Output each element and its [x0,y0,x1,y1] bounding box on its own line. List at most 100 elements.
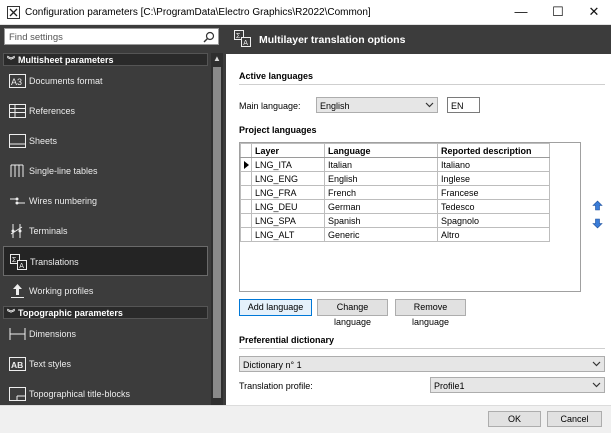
project-languages-grid[interactable]: Layer Language Reported description LNG_… [239,142,581,292]
svg-text:AB: AB [11,360,23,370]
move-down-icon[interactable] [592,218,603,229]
cell-language[interactable]: German [324,199,438,214]
app-icon [7,6,20,19]
table-header-row: Layer Language Reported description [240,143,550,158]
dictionary-select[interactable]: Dictionary n° 1 [239,356,605,372]
close-button[interactable]: ✕ [576,0,611,25]
sidebar-item-label: Documents format [29,76,103,86]
sidebar-item-wires-numbering[interactable]: Wires numbering [3,186,208,216]
scroll-up-icon[interactable]: ▲ [211,53,223,65]
cell-language[interactable]: Generic [324,227,438,242]
svg-text:Σ: Σ [12,257,17,264]
svg-text:A3: A3 [11,77,22,87]
cell-layer[interactable]: LNG_FRA [251,185,325,200]
row-indicator [240,157,252,172]
search-input[interactable]: Find settings [4,28,219,45]
section-divider [239,348,605,349]
cell-language[interactable]: Spanish [324,213,438,228]
working-profiles-icon [11,284,24,298]
group-multisheet-parameters[interactable]: ︾ Multisheet parameters [3,53,208,66]
cell-description[interactable]: Italiano [437,157,550,172]
language-code-value: EN [451,101,464,111]
group-label: Multisheet parameters [18,55,114,65]
minimize-button[interactable]: — [503,0,539,25]
cell-description[interactable]: Altro [437,227,550,242]
chevron-down-icon [425,102,434,108]
column-header-layer[interactable]: Layer [251,143,325,158]
cell-description[interactable]: Inglese [437,171,550,186]
cell-description[interactable]: Tedesco [437,199,550,214]
table-row[interactable]: LNG_FRA French Francese [240,185,550,200]
project-languages-title: Project languages [239,125,317,135]
sidebar-item-sheets[interactable]: Sheets [3,126,208,156]
maximize-button[interactable]: ☐ [540,0,576,25]
cell-layer[interactable]: LNG_ALT [251,227,325,242]
column-header-language[interactable]: Language [324,143,438,158]
cell-description[interactable]: Francese [437,185,550,200]
add-language-button[interactable]: Add language [239,299,312,316]
sidebar-item-label: Sheets [29,136,58,146]
search-placeholder: Find settings [9,32,63,43]
language-code-field[interactable]: EN [447,97,480,113]
sidebar-item-text-styles[interactable]: AB Text styles [3,349,208,379]
cell-layer[interactable]: LNG_SPA [251,213,325,228]
section-divider [239,84,605,85]
cell-layer[interactable]: LNG_ENG [251,171,325,186]
sidebar-item-terminals[interactable]: Terminals [3,216,208,246]
translations-icon: ΣA [10,254,27,270]
scrollbar-thumb[interactable] [213,67,221,398]
sidebar-item-references[interactable]: References [3,96,208,126]
sidebar-scrollbar[interactable]: ▲ ▼ [211,53,223,429]
page-header: ΣA Multilayer translation options [226,25,611,54]
dialog-footer: OK Cancel [0,405,611,433]
text-styles-icon: AB [9,357,26,371]
table-row[interactable]: LNG_ITA Italian Italiano [240,157,550,172]
cell-language[interactable]: French [324,185,438,200]
remove-language-button[interactable]: Remove language [395,299,466,327]
references-icon [9,104,26,118]
main-language-select[interactable]: English [316,97,438,113]
preferential-dictionary-title: Preferential dictionary [239,335,335,345]
sidebar-item-label: Dimensions [29,329,77,339]
wires-numbering-icon [10,197,25,205]
sidebar-item-single-line-tables[interactable]: Single-line tables [3,156,208,186]
sidebar-item-label: References [29,106,76,116]
main-language-label: Main language: [239,101,301,111]
cell-language[interactable]: English [324,171,438,186]
change-language-button[interactable]: Change language [317,299,388,327]
svg-text:A: A [243,40,248,47]
sidebar-item-label: Topographical title-blocks [29,389,131,399]
cancel-button[interactable]: Cancel [547,411,602,427]
sidebar-item-topographical-title-blocks[interactable]: Topographical title-blocks [3,379,208,401]
dimensions-icon [9,328,26,340]
sidebar-item-working-profiles[interactable]: Working profiles [3,276,208,306]
group-topographic-parameters[interactable]: ︾ Topographic parameters [3,306,208,319]
sidebar-item-dimensions[interactable]: Dimensions [3,319,208,349]
sidebar-item-translations[interactable]: ΣA Translations [3,246,208,276]
cell-layer[interactable]: LNG_DEU [251,199,325,214]
ok-button[interactable]: OK [488,411,541,427]
sidebar: Find settings ︾ Multisheet parameters A3… [0,25,226,429]
sidebar-item-documents-format[interactable]: A3 Documents format [3,66,208,96]
cell-layer[interactable]: LNG_ITA [251,157,325,172]
move-up-icon[interactable] [592,200,603,211]
svg-text:Σ: Σ [236,33,241,40]
sidebar-item-label: Wires numbering [29,196,98,206]
search-icon[interactable] [203,31,215,43]
row-indicator-header [240,143,252,158]
title-blocks-icon [9,387,26,401]
row-indicator [240,185,252,200]
cell-description[interactable]: Spagnolo [437,213,550,228]
a3-icon: A3 [9,74,26,88]
sidebar-item-label: Text styles [29,359,72,369]
translation-profile-select[interactable]: Profile1 [430,377,605,393]
table-row[interactable]: LNG_ENG English Inglese [240,171,550,186]
translation-profile-value: Profile1 [434,381,465,391]
row-indicator [240,213,252,228]
cell-language[interactable]: Italian [324,157,438,172]
column-header-reported-description[interactable]: Reported description [437,143,550,158]
dictionary-value: Dictionary n° 1 [243,360,302,370]
table-row[interactable]: LNG_ALT Generic Altro [240,227,550,242]
table-row[interactable]: LNG_SPA Spanish Spagnolo [240,213,550,228]
table-row[interactable]: LNG_DEU German Tedesco [240,199,550,214]
